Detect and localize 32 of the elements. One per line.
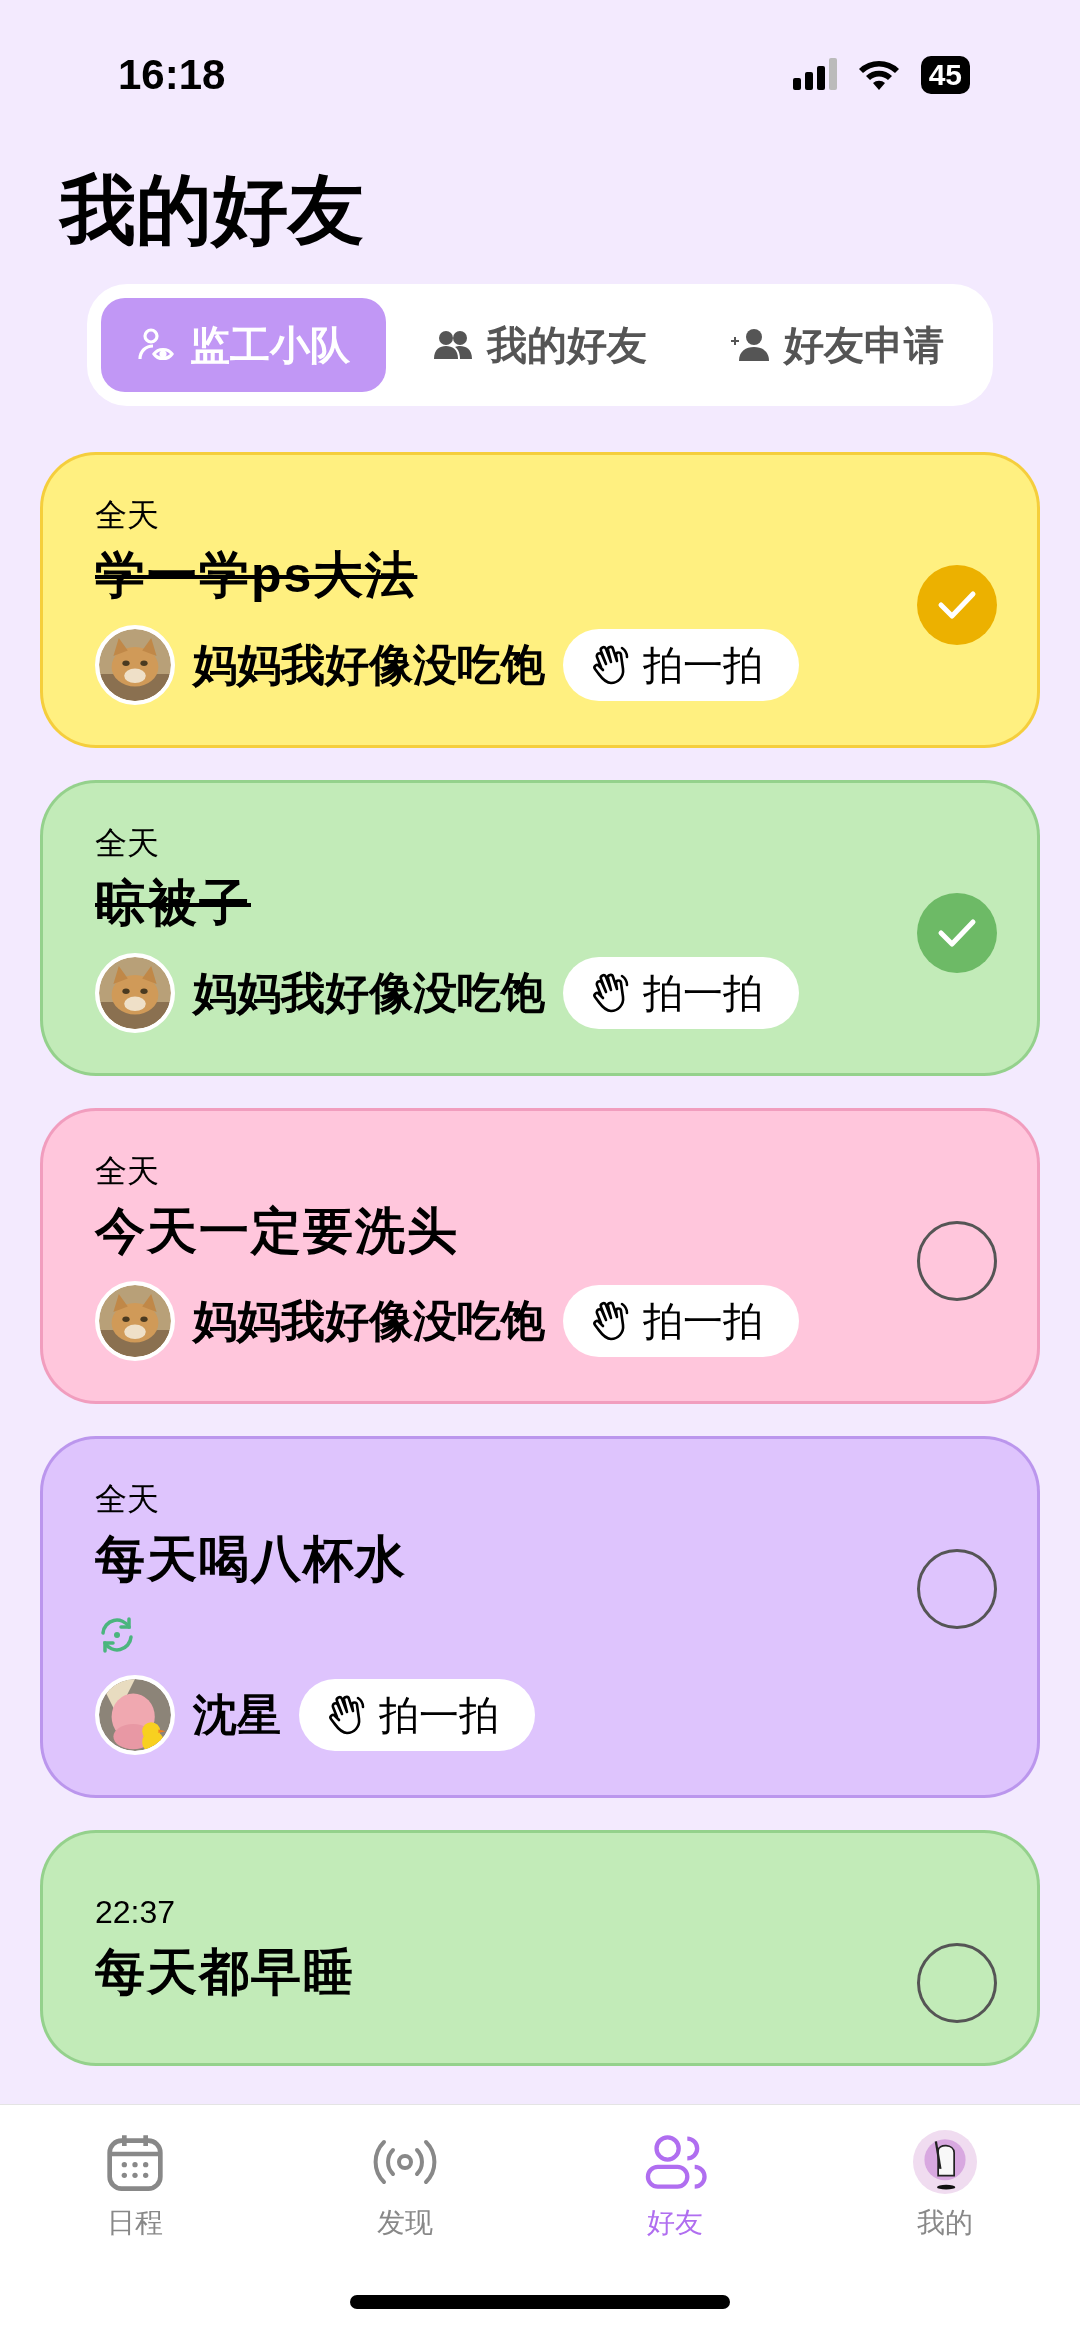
signal-icon: [792, 58, 837, 92]
tab[interactable]: 我的好友: [397, 298, 683, 392]
task-title: 每天都早睡: [95, 1943, 356, 2002]
task-time: 全天: [95, 1152, 160, 1191]
task-title: 晾被子: [95, 874, 252, 933]
check-circle[interactable]: [917, 1221, 997, 1301]
page-title: 我的好友: [58, 166, 365, 254]
friend-name: 沈星: [193, 1688, 281, 1741]
check-circle[interactable]: [917, 1943, 997, 2023]
checkmark-icon: [937, 589, 977, 621]
task-time: 22:37: [95, 1893, 177, 1932]
friend-name: 妈妈我好像没吃饱: [193, 1294, 545, 1347]
poke-button[interactable]: 拍一拍: [563, 957, 799, 1029]
friend-name: 妈妈我好像没吃饱: [193, 966, 545, 1019]
friend-name: 妈妈我好像没吃饱: [193, 638, 545, 691]
status-time: 16:18: [118, 51, 226, 99]
task-time: 全天: [95, 496, 160, 535]
checkmark-icon: [937, 917, 977, 949]
nav-tab[interactable]: 发现: [270, 2129, 540, 2243]
poke-button[interactable]: 拍一拍: [563, 1285, 799, 1357]
nav-tab[interactable]: 我的: [810, 2129, 1080, 2243]
task-title: 学一学ps大法: [95, 546, 419, 605]
task-title: 今天一定要洗头: [95, 1202, 460, 1261]
tab[interactable]: 好友申请: [694, 298, 979, 392]
battery-level: 45: [920, 56, 970, 94]
nav-tab[interactable]: 日程: [0, 2129, 270, 2243]
check-circle[interactable]: [917, 1549, 997, 1629]
task-time: 全天: [95, 1480, 160, 1519]
task-time: 全天: [95, 824, 160, 863]
poke-button[interactable]: 拍一拍: [299, 1679, 535, 1751]
task-title: 每天喝八杯水: [95, 1530, 408, 1589]
poke-button[interactable]: 拍一拍: [563, 629, 799, 701]
